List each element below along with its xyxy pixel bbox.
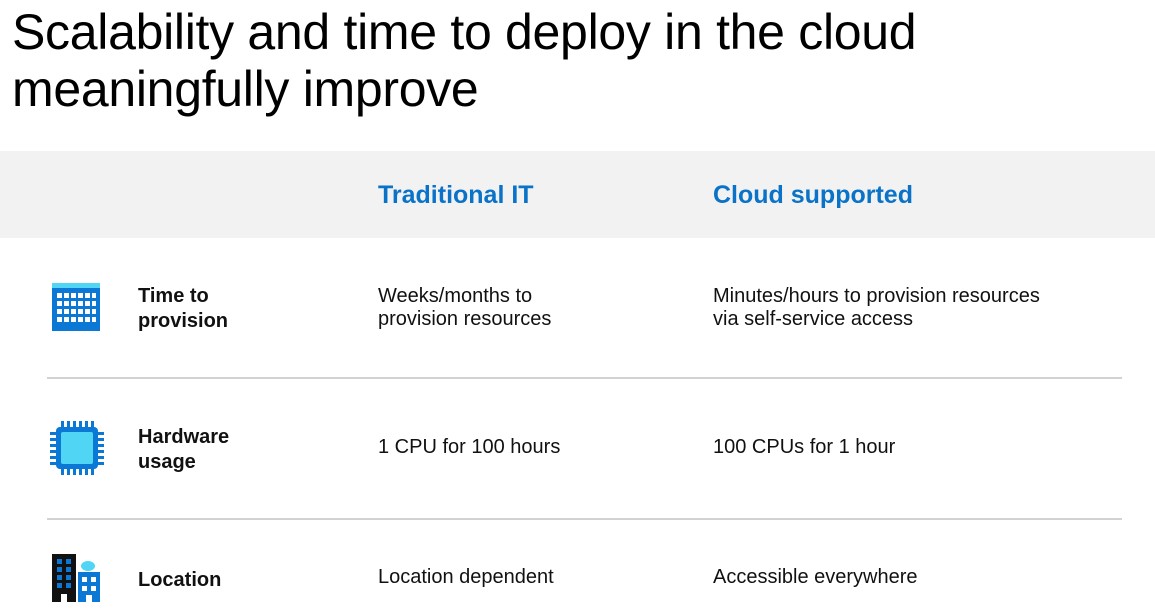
- buildings-icon: [52, 552, 102, 602]
- cell-cloud-hardware-usage: 100 CPUs for 1 hour: [713, 436, 896, 458]
- cell-cloud-location: Accessible everywhere: [713, 566, 918, 588]
- cell-traditional-hardware-usage: 1 CPU for 100 hours: [378, 436, 561, 458]
- row-divider: [47, 377, 1122, 379]
- table-header-band: [0, 151, 1155, 238]
- cell-traditional-time-to-provision: Weeks/months to provision resources: [378, 285, 552, 330]
- row-label-hardware-usage: Hardware usage: [138, 426, 230, 473]
- cell-traditional-location: Location dependent: [378, 566, 554, 588]
- page-title: Scalability and time to deploy in the cl…: [12, 4, 917, 117]
- row-label-location: Location: [138, 569, 222, 591]
- calendar-icon: [52, 283, 100, 331]
- column-header-cloud-supported: Cloud supported: [713, 181, 913, 209]
- cell-cloud-time-to-provision: Minutes/hours to provision resources via…: [713, 285, 1040, 330]
- row-label-time-to-provision: Time to provision: [138, 285, 229, 332]
- column-header-traditional-it: Traditional IT: [378, 181, 534, 209]
- cpu-chip-icon: [50, 421, 104, 475]
- row-divider: [47, 518, 1122, 520]
